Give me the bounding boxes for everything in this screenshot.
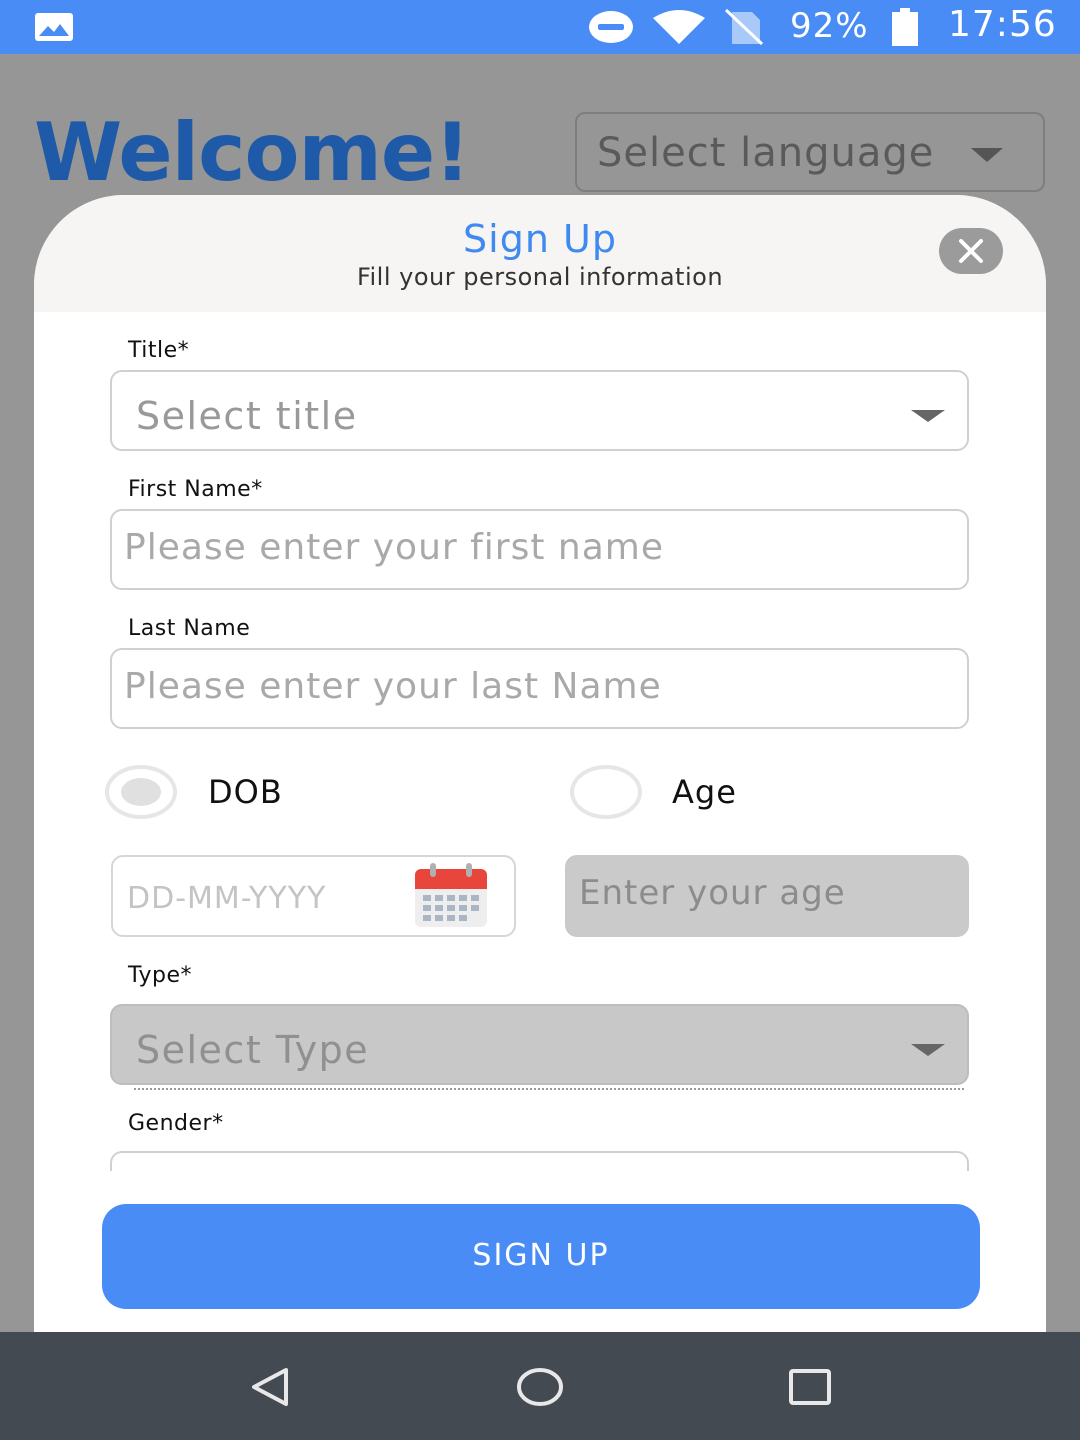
navigation-bar [0, 1332, 1080, 1440]
language-select[interactable]: Select language [575, 112, 1045, 192]
back-icon[interactable] [246, 1362, 296, 1412]
dob-radio[interactable] [105, 765, 177, 819]
last-name-placeholder: Please enter your last Name [124, 666, 662, 707]
title-select-placeholder: Select title [136, 394, 358, 438]
language-select-placeholder: Select language [597, 130, 935, 176]
age-radio-label[interactable]: Age [672, 773, 737, 811]
wifi-icon [653, 10, 705, 44]
dob-input[interactable]: DD-MM-YYYY [111, 855, 516, 937]
divider [134, 1088, 964, 1090]
close-icon [959, 239, 983, 263]
battery-percentage: 92% [790, 6, 869, 46]
battery-icon [892, 8, 918, 46]
welcome-heading: Welcome! [34, 106, 471, 199]
clock: 17:56 [948, 4, 1057, 45]
gallery-icon [35, 13, 73, 41]
dob-radio-label[interactable]: DOB [208, 773, 283, 811]
calendar-icon[interactable] [413, 863, 489, 929]
close-button[interactable] [939, 228, 1003, 274]
no-sim-icon [724, 8, 764, 46]
chevron-down-icon [911, 410, 945, 422]
recents-icon[interactable] [785, 1362, 835, 1412]
chevron-down-icon [911, 1044, 945, 1056]
dob-placeholder: DD-MM-YYYY [127, 881, 327, 916]
type-label: Type* [128, 963, 193, 988]
signup-button-label: SIGN UP [472, 1238, 610, 1273]
chevron-down-icon [971, 148, 1003, 162]
modal-title: Sign Up [463, 217, 617, 261]
type-select[interactable]: Select Type [110, 1004, 969, 1085]
signup-modal: Sign Up Fill your personal information T… [34, 195, 1046, 1332]
modal-subtitle: Fill your personal information [356, 263, 724, 291]
type-select-placeholder: Select Type [136, 1028, 370, 1072]
do-not-disturb-icon [589, 11, 633, 43]
title-select[interactable]: Select title [110, 370, 969, 451]
age-placeholder: Enter your age [579, 873, 846, 913]
age-radio[interactable] [570, 765, 642, 819]
signup-button[interactable]: SIGN UP [102, 1204, 980, 1309]
status-bar: 92% 17:56 [0, 0, 1080, 54]
gender-label: Gender* [128, 1111, 224, 1136]
first-name-input[interactable]: Please enter your first name [110, 509, 969, 590]
modal-header: Sign Up Fill your personal information [34, 195, 1046, 312]
last-name-input[interactable]: Please enter your last Name [110, 648, 969, 729]
title-label: Title* [128, 338, 190, 363]
home-icon[interactable] [515, 1362, 565, 1412]
first-name-label: First Name* [128, 477, 263, 502]
age-input[interactable]: Enter your age [565, 855, 969, 937]
first-name-placeholder: Please enter your first name [124, 527, 665, 568]
last-name-label: Last Name [128, 616, 251, 641]
